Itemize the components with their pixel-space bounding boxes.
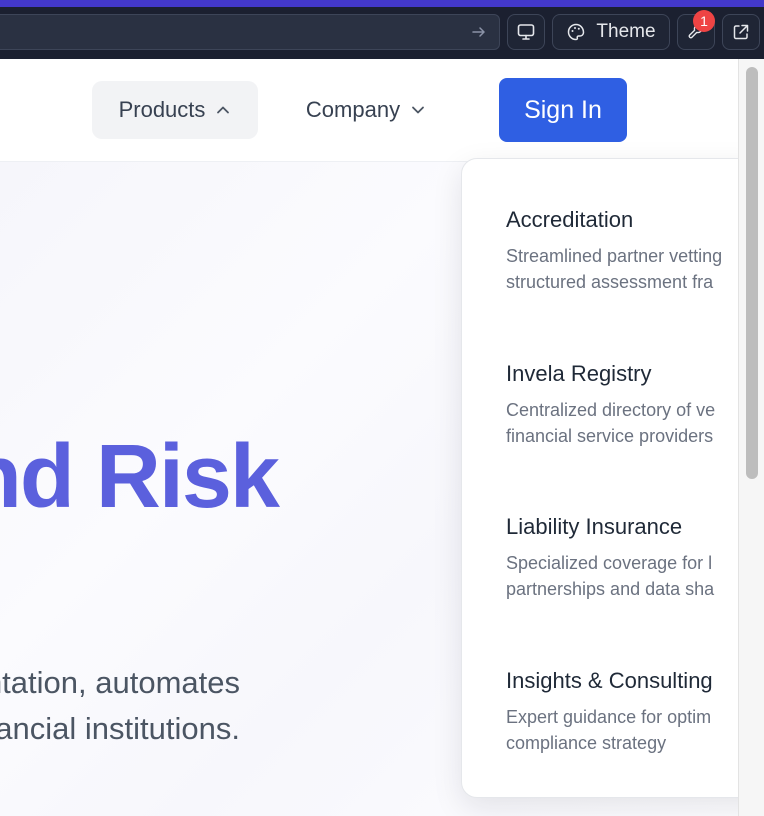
page-scrollbar[interactable] [738,59,764,816]
top-accent-strip [0,0,764,7]
scrollbar-thumb[interactable] [746,67,758,479]
hero-subtitle-line-2: financial institutions. [0,711,240,746]
device-preview-button[interactable] [507,14,545,50]
nav-company-button[interactable]: Company [286,81,446,139]
site-header: Products Company Sign In [0,59,738,162]
menu-item-invela-registry[interactable]: Invela Registry Centralized directory of… [506,361,738,449]
menu-item-title: Accreditation [506,207,634,232]
theme-button[interactable]: Theme [552,14,670,50]
menu-item-desc-line-1: Centralized directory of ve [506,400,716,420]
hero-title: nd Risk [0,427,280,527]
url-bar[interactable] [0,14,500,50]
menu-item-desc-line-2: partnerships and data sha [506,579,715,599]
menu-item-title: Liability Insurance [506,514,683,539]
nav-products-button[interactable]: Products [92,81,258,139]
menu-item-accreditation[interactable]: Accreditation Streamlined partner vettin… [506,207,738,295]
notification-badge: 1 [693,10,715,32]
nav-company-label: Company [305,97,401,122]
monitor-icon [517,24,535,40]
menu-item-desc-line-2: compliance strategy [506,733,667,753]
theme-button-label: Theme [596,21,656,42]
nav-products-label: Products [118,97,206,122]
hero-subtitle: ntation, automates financial institution… [0,660,240,752]
sign-in-button[interactable]: Sign In [499,78,627,142]
menu-item-desc-line-2: financial service providers [506,426,714,446]
preview-toolbar: Theme [0,7,764,59]
menu-item-title: Insights & Consulting [506,668,713,693]
menu-item-liability-insurance[interactable]: Liability Insurance Specialized coverage… [506,514,738,602]
hero-subtitle-line-1: ntation, automates [0,665,240,700]
arrow-right-icon[interactable] [471,24,487,40]
products-dropdown: Accreditation Streamlined partner vettin… [461,158,738,798]
menu-item-title: Invela Registry [506,361,652,386]
external-link-icon [733,24,749,40]
menu-item-insights-consulting[interactable]: Insights & Consulting Expert guidance fo… [506,668,738,756]
palette-icon [568,23,585,41]
web-page: nd Risk ntation, automates financial ins… [0,59,738,816]
chevron-up-icon [217,106,230,114]
menu-item-desc-line-2: structured assessment fra [506,272,714,292]
menu-item-desc-line-1: Expert guidance for optim [506,707,712,727]
menu-item-desc-line-1: Specialized coverage for l [506,553,713,573]
chevron-down-icon [412,106,424,114]
open-external-button[interactable] [722,14,760,50]
menu-item-desc-line-1: Streamlined partner vetting [506,246,723,266]
